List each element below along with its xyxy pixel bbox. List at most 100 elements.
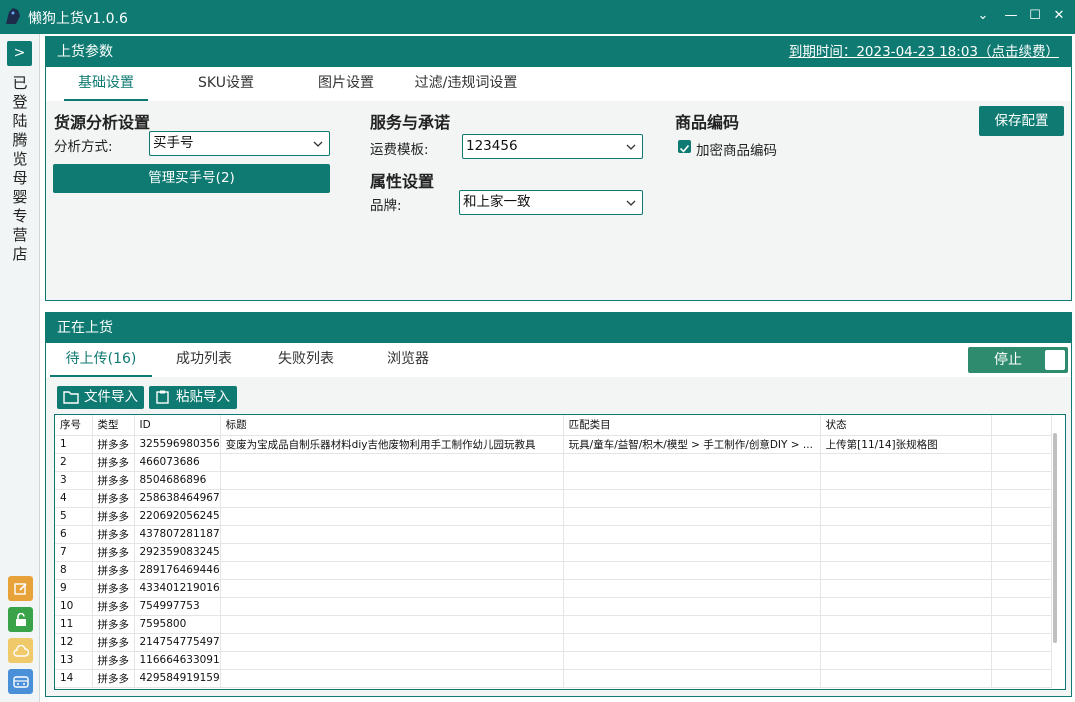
tab-pending-upload[interactable]: 待上传(16) <box>50 343 152 377</box>
store-icon[interactable] <box>8 669 33 694</box>
file-import-button[interactable]: 文件导入 <box>57 386 144 409</box>
column-header-category[interactable]: 匹配类目 <box>563 415 821 436</box>
cell-cat <box>563 471 821 490</box>
cell-status: 上传第[11/14]张规格图 <box>820 435 992 454</box>
tab-image-settings[interactable]: 图片设置 <box>306 67 386 101</box>
table-row[interactable]: 2 拼多多 466073686 <box>55 453 1052 472</box>
column-header-type[interactable]: 类型 <box>92 415 135 436</box>
chevron-down-icon <box>626 144 636 150</box>
cell-type: 拼多多 <box>92 453 135 472</box>
login-status-text: 已登陆 腾览母婴专营店 <box>12 74 28 263</box>
tab-browser[interactable]: 浏览器 <box>368 343 448 377</box>
table-row[interactable]: 5 拼多多 220692056245 <box>55 507 1052 526</box>
column-header-no[interactable]: 序号 <box>55 415 93 436</box>
manage-buyer-accounts-button[interactable]: 管理买手号(2) <box>53 164 330 193</box>
cell-no: 5 <box>55 507 93 526</box>
table-row[interactable]: 3 拼多多 8504686896 <box>55 471 1052 490</box>
cell-id: 325596980356 <box>134 435 221 454</box>
table-row[interactable]: 7 拼多多 292359083245 <box>55 543 1052 562</box>
cell-type: 拼多多 <box>92 561 135 580</box>
close-button[interactable]: ✕ <box>1049 6 1069 26</box>
table-row[interactable]: 12 拼多多 214754775497 <box>55 633 1052 652</box>
chevron-down-icon[interactable]: ⌄ <box>973 6 993 26</box>
cell-id: 289176469446 <box>134 561 221 580</box>
cell-id: 116664633091 <box>134 651 221 670</box>
minimize-button[interactable]: — <box>1001 6 1021 26</box>
tab-success-list[interactable]: 成功列表 <box>164 343 244 377</box>
tab-basic-settings[interactable]: 基础设置 <box>64 67 148 101</box>
cell-type: 拼多多 <box>92 633 135 652</box>
cell-status <box>820 471 992 490</box>
upload-params-header: 上货参数 到期时间：2023-04-23 18:03（点击续费） <box>46 37 1071 67</box>
analysis-method-label: 分析方式: <box>54 139 113 155</box>
cell-title <box>220 471 564 490</box>
stop-label: 停止 <box>994 352 1022 368</box>
column-header-id[interactable]: ID <box>134 415 221 436</box>
cell-type: 拼多多 <box>92 669 135 688</box>
edit-icon[interactable] <box>8 576 33 601</box>
cell-type: 拼多多 <box>92 525 135 544</box>
cell-id: 292359083245 <box>134 543 221 562</box>
cell-blank <box>991 543 1052 562</box>
maximize-button[interactable]: ☐ <box>1025 6 1045 26</box>
table-row[interactable]: 6 拼多多 437807281187 <box>55 525 1052 544</box>
analysis-method-select[interactable]: 买手号 <box>149 131 330 156</box>
table-row[interactable]: 9 拼多多 433401219016 <box>55 579 1052 598</box>
cell-cat <box>563 453 821 472</box>
freight-template-select[interactable]: 123456 <box>462 134 643 159</box>
cell-blank <box>991 615 1052 634</box>
sidebar-expand-button[interactable]: > <box>7 41 32 66</box>
table-scrollbar[interactable] <box>1053 433 1057 643</box>
table-row[interactable]: 11 拼多多 7595800 <box>55 615 1052 634</box>
app-logo-icon <box>6 8 20 24</box>
cell-no: 10 <box>55 597 93 616</box>
brand-value: 和上家一致 <box>463 194 531 210</box>
cell-type: 拼多多 <box>92 615 135 634</box>
tab-sku-settings[interactable]: SKU设置 <box>186 67 266 101</box>
paste-import-button[interactable]: 粘贴导入 <box>149 386 237 409</box>
clipboard-icon <box>156 390 169 404</box>
cell-title <box>220 453 564 472</box>
cloud-upload-icon[interactable] <box>8 638 33 663</box>
encrypt-code-checkbox[interactable] <box>678 140 691 153</box>
freight-template-value: 123456 <box>466 138 518 154</box>
tab-filter-settings[interactable]: 过滤/违规词设置 <box>406 67 526 101</box>
expiry-renew-link[interactable]: 到期时间：2023-04-23 18:03（点击续费） <box>789 37 1059 67</box>
cell-no: 12 <box>55 633 93 652</box>
save-config-button[interactable]: 保存配置 <box>979 106 1064 136</box>
cell-id: 429584919159 <box>134 669 221 688</box>
panel-title: 上货参数 <box>57 44 113 60</box>
cell-cat: 玩具/童车/益智/积木/模型 > 手工制作/创意DIY > ... <box>563 435 821 454</box>
brand-select[interactable]: 和上家一致 <box>459 190 643 215</box>
cell-cat <box>563 651 821 670</box>
tab-failed-list[interactable]: 失败列表 <box>266 343 346 377</box>
cell-no: 8 <box>55 561 93 580</box>
chevron-down-icon <box>626 200 636 206</box>
upload-data-table: 序号 类型 ID 标题 匹配类目 状态 1 拼多多 325596980356 变废为宝… <box>55 415 1052 688</box>
cell-no: 6 <box>55 525 93 544</box>
table-row[interactable]: 10 拼多多 754997753 <box>55 597 1052 616</box>
cell-title <box>220 579 564 598</box>
table-row[interactable]: 1 拼多多 325596980356 变废为宝成品自制乐器材料diy吉他废物利用手工制… <box>55 435 1052 454</box>
check-icon <box>679 144 690 153</box>
column-header-title[interactable]: 标题 <box>220 415 564 436</box>
cell-title: 变废为宝成品自制乐器材料diy吉他废物利用手工制作幼儿园玩教具 <box>220 435 564 454</box>
cell-id: 754997753 <box>134 597 221 616</box>
chevron-down-icon <box>313 141 323 147</box>
cell-title <box>220 561 564 580</box>
table-row[interactable]: 14 拼多多 429584919159 <box>55 669 1052 688</box>
table-row[interactable]: 4 拼多多 258638464967 <box>55 489 1052 508</box>
cell-title <box>220 669 564 688</box>
table-row[interactable]: 8 拼多多 289176469446 <box>55 561 1052 580</box>
paste-import-label: 粘贴导入 <box>176 389 230 405</box>
cell-type: 拼多多 <box>92 543 135 562</box>
cell-type: 拼多多 <box>92 507 135 526</box>
cell-no: 3 <box>55 471 93 490</box>
cell-title <box>220 489 564 508</box>
unlock-icon[interactable] <box>8 607 33 632</box>
column-header-status[interactable]: 状态 <box>820 415 992 436</box>
cell-title <box>220 507 564 526</box>
stop-toggle[interactable]: 停止 <box>968 347 1068 373</box>
product-code-title: 商品编码 <box>675 113 740 132</box>
table-row[interactable]: 13 拼多多 116664633091 <box>55 651 1052 670</box>
